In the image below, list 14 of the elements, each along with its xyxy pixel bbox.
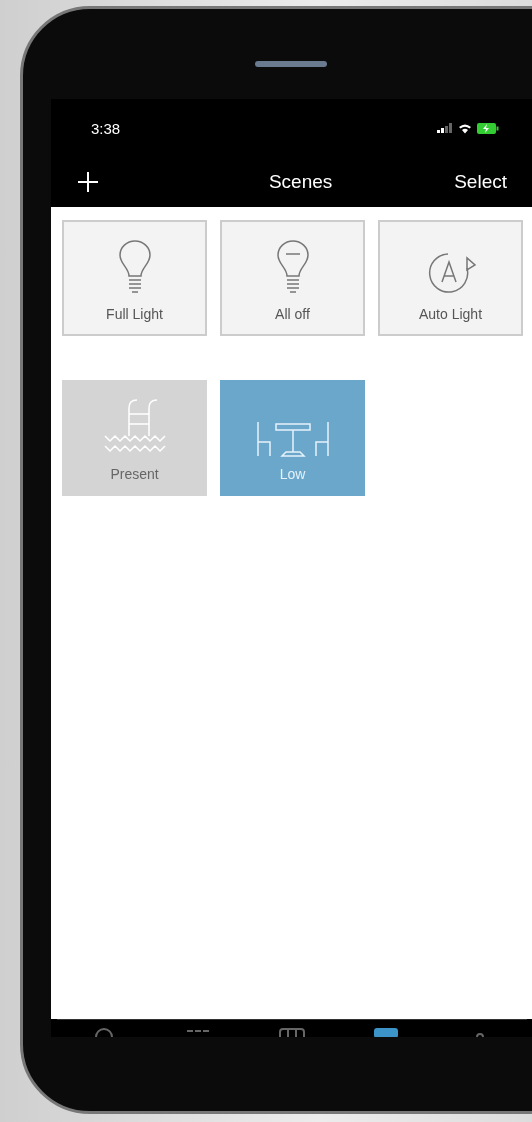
status-time: 3:38 <box>91 119 121 137</box>
scene-tile[interactable]: Full Light <box>62 220 207 336</box>
add-icon[interactable] <box>77 171 99 193</box>
tab-bar-icon[interactable] <box>277 1027 307 1037</box>
speaker-grille <box>255 61 327 67</box>
battery-icon <box>477 122 499 134</box>
screen-title: Scenes <box>268 171 333 193</box>
scene-tile[interactable]: Auto Light <box>378 220 523 336</box>
tab-bar-icon[interactable] <box>371 1027 401 1037</box>
wifi-icon <box>458 122 472 134</box>
dining-table-icon <box>255 420 330 458</box>
signal-icon <box>437 123 453 133</box>
scene-tile[interactable]: All off <box>220 220 365 336</box>
select-button[interactable]: Select <box>454 171 507 193</box>
